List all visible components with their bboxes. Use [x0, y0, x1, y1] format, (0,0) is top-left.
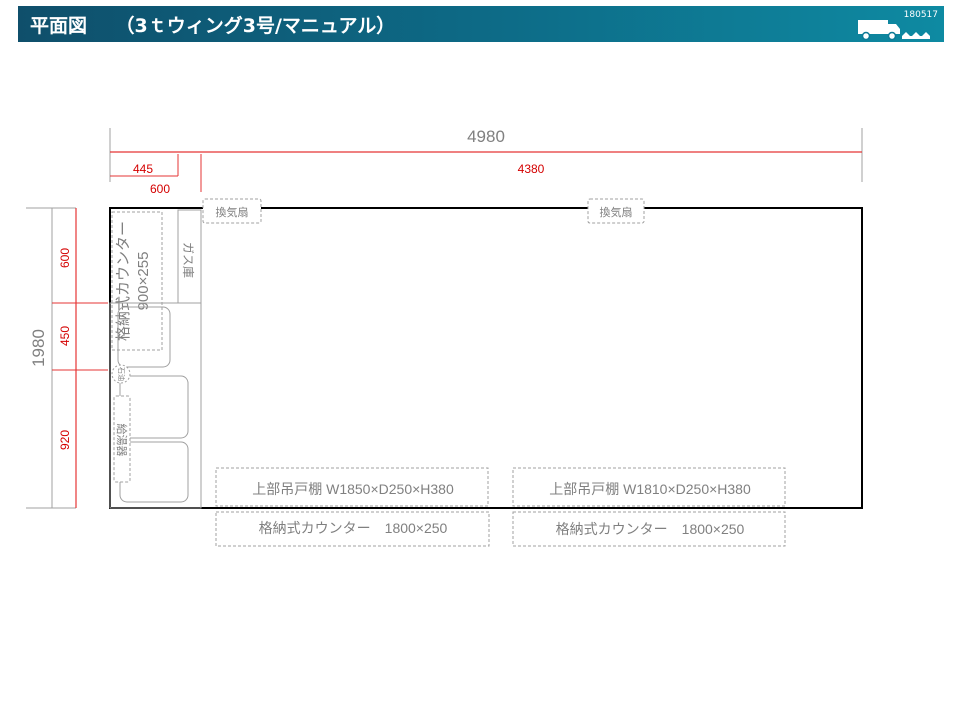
front-segment-label: 445 [133, 162, 153, 176]
side-counter: 格納式カウンター 900×255 [111, 211, 163, 351]
kerosene-tank: 石油 [111, 364, 131, 384]
dimension-front-segments: 445 600 4380 [110, 154, 545, 196]
side-counter-size: 900×255 [135, 252, 152, 311]
floor-plan: 4980 445 600 4380 1980 600 450 920 換気扇 換… [26, 127, 863, 547]
side-dim-1: 600 [58, 248, 72, 268]
upper-cabinet-left-label: 上部吊戸棚 W1850×D250×H380 [252, 481, 454, 497]
counter-left: 格納式カウンター 1800×250 [215, 511, 490, 547]
water-heater: 給湯器 [113, 395, 131, 483]
water-heater-label: 給湯器 [115, 424, 129, 457]
vent-fan-right: 換気扇 [587, 198, 645, 224]
upper-cabinet-right-label: 上部吊戸棚 W1810×D250×H380 [549, 481, 751, 497]
upper-cabinet-right: 上部吊戸棚 W1810×D250×H380 [512, 467, 786, 507]
cargo-outline [109, 207, 863, 509]
side-dim-3: 920 [58, 430, 72, 450]
total-length-label: 4980 [467, 127, 505, 146]
vent-fan-left-label: 換気扇 [216, 205, 249, 219]
gas-storage-offset-label: 600 [150, 182, 170, 196]
dimension-total-length: 4980 [109, 127, 863, 182]
main-span-label: 4380 [518, 162, 545, 176]
side-dim-2: 450 [58, 326, 72, 346]
dimension-width: 1980 600 450 920 [26, 207, 108, 509]
vent-fan-left: 換気扇 [202, 198, 262, 224]
counter-right-label: 格納式カウンター 1800×250 [556, 521, 745, 537]
upper-cabinet-left: 上部吊戸棚 W1850×D250×H380 [215, 467, 489, 507]
gas-storage-label: ガス庫 [181, 242, 195, 278]
gas-storage: ガス庫 [177, 209, 202, 304]
vent-fan-right-label: 換気扇 [600, 205, 633, 219]
counter-left-label: 格納式カウンター 1800×250 [259, 520, 448, 536]
kerosene-label: 石油 [117, 367, 126, 381]
counter-right: 格納式カウンター 1800×250 [512, 511, 786, 547]
total-width-label: 1980 [29, 329, 48, 367]
